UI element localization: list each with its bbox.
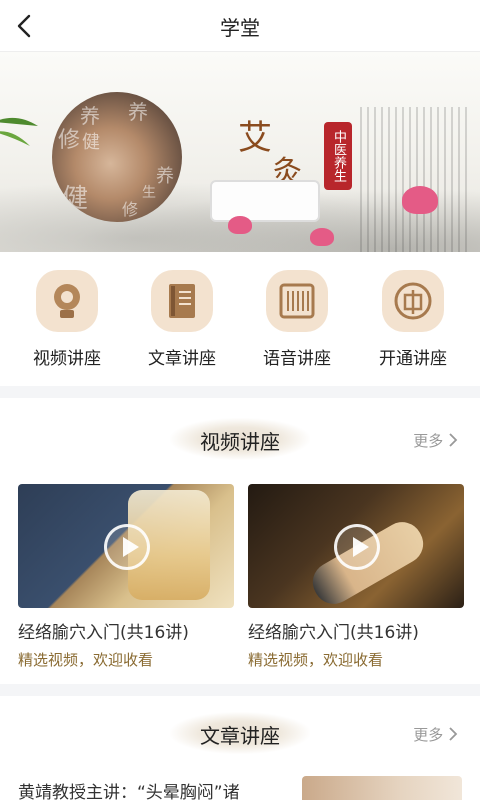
quick-link-article[interactable]: 文章讲座 <box>127 270 237 369</box>
chevron-right-icon <box>449 727 458 741</box>
article-thumbnail <box>302 776 462 800</box>
banner-glyph: 修 <box>58 128 81 153</box>
more-link[interactable]: 更多 <box>413 724 458 745</box>
video-title: 经络腧穴入门(共16讲) <box>248 623 419 643</box>
moxibustion-table <box>210 180 320 222</box>
section-divider <box>0 684 480 696</box>
more-label: 更多 <box>413 726 444 744</box>
video-title: 经络腧穴入门(共16讲) <box>18 623 189 643</box>
massage-photo: 养 健 修 养 健 修 生 养 <box>52 92 182 222</box>
quick-link-label: 语音讲座 <box>263 349 331 369</box>
banner-glyph: 养 <box>128 100 148 124</box>
quick-link-audio[interactable]: 语音讲座 <box>242 270 352 369</box>
top-bar: 学堂 <box>0 0 480 52</box>
banner-heading-1: 艾 <box>238 118 272 158</box>
video-thumbnail <box>18 484 234 608</box>
seal-icon <box>382 270 444 332</box>
video-thumbnail <box>248 484 464 608</box>
article-item[interactable]: 黄靖教授主讲：“头晕胸闷”诸 <box>18 776 462 800</box>
page-title: 学堂 <box>220 16 260 40</box>
video-card[interactable]: 经络腧穴入门(共16讲) 精选视频，欢迎收看 <box>18 484 234 670</box>
section-divider <box>0 386 480 398</box>
section-title: 文章讲座 <box>200 724 280 748</box>
chevron-right-icon <box>449 433 458 447</box>
audio-grid-icon <box>266 270 328 332</box>
video-subtitle: 精选视频，欢迎收看 <box>18 651 154 669</box>
play-icon[interactable] <box>104 524 150 570</box>
quick-link-label: 文章讲座 <box>148 349 216 369</box>
quick-link-label: 视频讲座 <box>33 349 101 369</box>
quick-link-video[interactable]: 视频讲座 <box>12 270 122 369</box>
banner-glyph: 修 <box>122 200 139 219</box>
video-section-header: 视频讲座 更多 <box>0 412 480 464</box>
banner-glyph: 生 <box>142 185 156 201</box>
banner-glyph: 健 <box>62 184 89 214</box>
banner[interactable]: 养 健 修 养 健 修 生 养 艾 灸 中医养生 <box>0 52 480 252</box>
section-title: 视频讲座 <box>200 430 280 454</box>
speaker-icon <box>36 270 98 332</box>
video-card[interactable]: 经络腧穴入门(共16讲) 精选视频，欢迎收看 <box>248 484 464 670</box>
banner-text-block <box>360 107 472 252</box>
book-icon <box>151 270 213 332</box>
video-subtitle: 精选视频，欢迎收看 <box>248 651 384 669</box>
play-icon[interactable] <box>334 524 380 570</box>
banner-glyph: 健 <box>82 132 100 153</box>
banner-glyph: 养 <box>156 166 174 187</box>
quick-link-label: 开通讲座 <box>379 349 447 369</box>
lotus-icon <box>402 186 438 214</box>
lotus-icon <box>228 216 252 234</box>
quick-link-open[interactable]: 开通讲座 <box>358 270 468 369</box>
banner-glyph: 养 <box>80 104 100 128</box>
article-section-header: 文章讲座 更多 <box>0 706 480 758</box>
banner-seal: 中医养生 <box>324 122 352 190</box>
article-title: 黄靖教授主讲：“头晕胸闷”诸 <box>18 783 240 800</box>
more-link[interactable]: 更多 <box>413 430 458 451</box>
quick-links: 视频讲座 文章讲座 语音讲座 开通讲座 <box>0 252 480 384</box>
more-label: 更多 <box>413 432 444 450</box>
lotus-icon <box>310 228 334 246</box>
bamboo-icon <box>0 117 38 146</box>
